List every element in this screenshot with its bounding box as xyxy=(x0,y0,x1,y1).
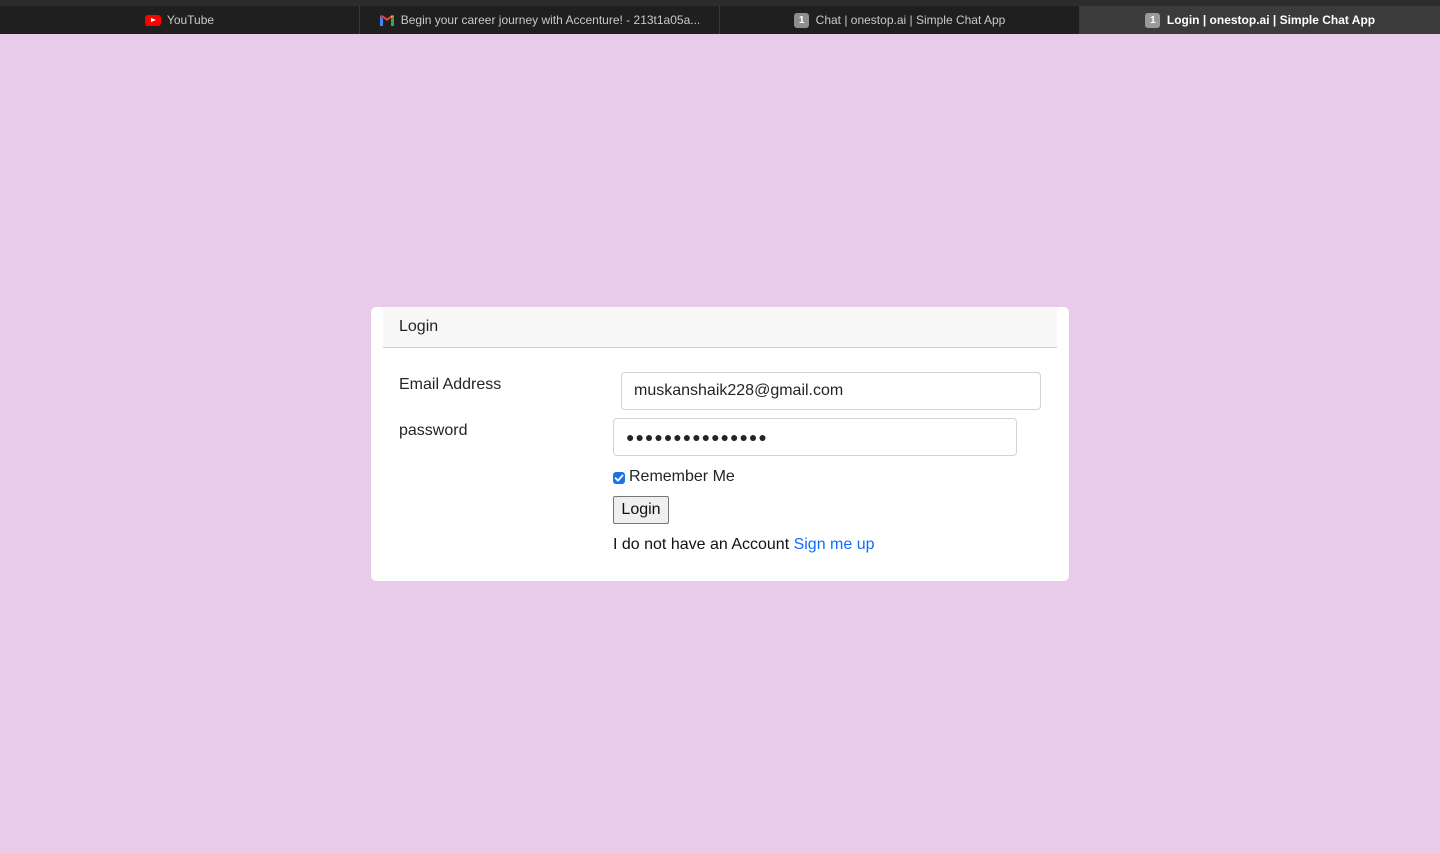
card-header: Login xyxy=(383,307,1057,348)
tab-title: Login | onestop.ai | Simple Chat App xyxy=(1166,13,1376,27)
youtube-icon xyxy=(144,13,161,27)
number-badge-icon: 1 xyxy=(794,12,810,28)
password-value: ●●●●●●●●●●●●●●● xyxy=(626,429,768,445)
remember-me-checkbox[interactable] xyxy=(613,472,625,484)
tab-title: Begin your career journey with Accenture… xyxy=(400,13,701,27)
tab-title: Chat | onestop.ai | Simple Chat App xyxy=(815,13,1006,27)
sign-up-link[interactable]: Sign me up xyxy=(794,536,875,553)
tab-login[interactable]: 1 Login | onestop.ai | Simple Chat App xyxy=(1080,6,1440,34)
checkmark-icon xyxy=(614,474,624,482)
email-field[interactable]: muskanshaik228@gmail.com xyxy=(621,372,1041,410)
card-title: Login xyxy=(399,318,439,335)
remember-me-label[interactable]: Remember Me xyxy=(629,468,735,486)
gmail-icon xyxy=(379,13,395,27)
number-badge-icon: 1 xyxy=(1145,12,1161,28)
email-value: muskanshaik228@gmail.com xyxy=(634,382,844,399)
login-button[interactable]: Login xyxy=(613,496,669,524)
password-field[interactable]: ●●●●●●●●●●●●●●● xyxy=(613,418,1017,456)
login-card: Login Email Address muskanshaik228@gmail… xyxy=(371,307,1069,581)
tab-youtube[interactable]: YouTube xyxy=(0,6,360,34)
tab-gmail[interactable]: Begin your career journey with Accenture… xyxy=(360,6,720,34)
no-account-text: I do not have an Account xyxy=(613,536,794,553)
password-label: password xyxy=(399,422,468,439)
tab-title: YouTube xyxy=(166,13,215,27)
email-label: Email Address xyxy=(399,376,502,393)
browser-tab-bar: YouTube Begin your career journey with A… xyxy=(0,0,1440,34)
signup-prompt: I do not have an Account Sign me up xyxy=(613,536,875,554)
tab-chat[interactable]: 1 Chat | onestop.ai | Simple Chat App xyxy=(720,6,1080,34)
